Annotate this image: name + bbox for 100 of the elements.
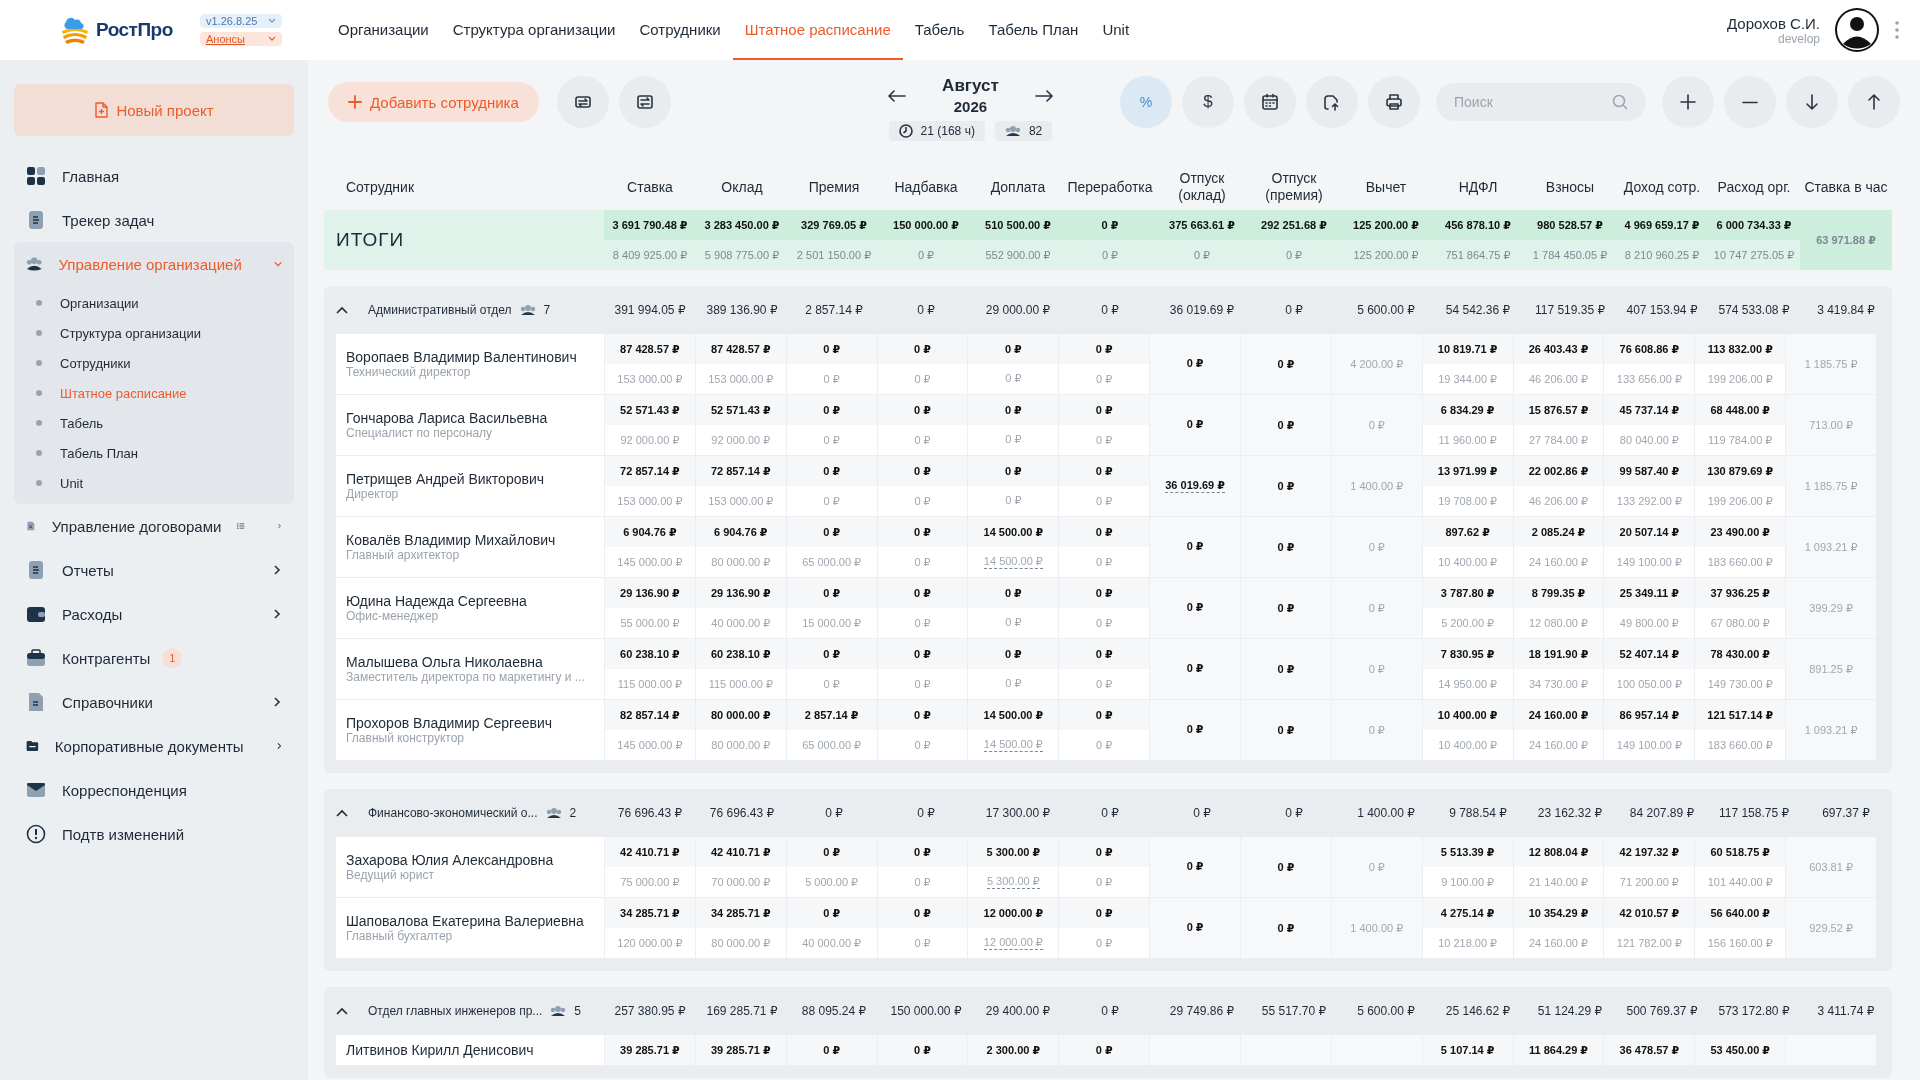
chevron-right-icon[interactable] [272, 565, 282, 575]
table-cell-text: 389 136.90 ₽ [705, 303, 779, 317]
table-cell: 0 ₽ [785, 1035, 877, 1065]
more-icon[interactable] [1894, 20, 1900, 40]
employee-position: Специалист по персоналу [346, 426, 494, 440]
logo-text: РостПро [96, 19, 173, 41]
table-cell: 26 403.43 ₽ [1512, 334, 1604, 364]
table-cell: 1 185.75 ₽ [1785, 334, 1876, 394]
user-role: develop [1777, 31, 1820, 46]
table-cell-text: 574 533.08 ₽ [1717, 303, 1791, 317]
sidebar-item[interactable]: Контрагенты 1 [14, 636, 294, 680]
icon-button[interactable] [1368, 76, 1420, 128]
icon-button[interactable] [1306, 76, 1358, 128]
table-cell: 15 000.00 ₽ [785, 608, 877, 638]
table-cell-text: 10 747 275.05 ₽ [1712, 247, 1796, 263]
chevron-right-icon[interactable] [272, 697, 282, 707]
sidebar-item[interactable]: Управление договорами [14, 504, 294, 548]
submenu-item[interactable]: Структура организации [60, 325, 202, 341]
chevron-down-icon[interactable] [273, 259, 282, 269]
column-header[interactable]: Переработка [1064, 178, 1156, 196]
table-cell: 36 019.69 ₽ [1165, 479, 1225, 493]
table-cell: 24 160.00 ₽ [1512, 547, 1604, 577]
column-header[interactable]: Надбавка [880, 178, 972, 196]
table-cell: 3 283 450.00 ₽ [696, 210, 788, 240]
table-cell-text: 125 200.00 ₽ [1352, 247, 1420, 263]
table-cell: 14 500.00 ₽ [967, 517, 1059, 547]
arrow-up-icon [1867, 93, 1881, 111]
chevron-up-icon[interactable] [336, 1007, 348, 1015]
sidebar-item[interactable]: Корреспонденция [14, 768, 294, 812]
column-header[interactable]: Отпуск (премия) [1248, 170, 1340, 204]
table-cell: 2 857.14 ₽ [785, 700, 877, 730]
employee-position: Директор [346, 487, 400, 501]
column-header[interactable]: Премия [788, 178, 880, 196]
arrow-left-icon[interactable] [888, 89, 907, 102]
submenu-item[interactable]: Табель План [60, 445, 138, 461]
icon-button[interactable] [1786, 76, 1838, 128]
column-header[interactable]: Вычет [1340, 178, 1432, 196]
table-cell: 399.29 ₽ [1785, 578, 1876, 638]
column-header[interactable]: Ставка в час [1800, 178, 1892, 196]
icon-button[interactable] [1848, 76, 1900, 128]
submenu-item[interactable]: Организации [60, 295, 139, 311]
table-cell: 71 200.00 ₽ [1603, 867, 1695, 897]
column-header[interactable]: Сотрудник [336, 178, 604, 196]
table-cell: 2 085.24 ₽ [1512, 517, 1604, 547]
column-header[interactable]: Доплата [972, 178, 1064, 196]
chevron-up-icon[interactable] [336, 306, 348, 314]
sidebar-item[interactable]: Главная [14, 154, 294, 198]
view-toggle[interactable]: $ [1182, 76, 1234, 128]
table-cell: 0 ₽ [1058, 395, 1150, 425]
envelope-icon [26, 780, 46, 800]
column-header[interactable]: Взносы [1524, 178, 1616, 196]
table-cell: 86 957.14 ₽ [1603, 700, 1695, 730]
table-cell: 0 ₽ [876, 517, 968, 547]
submenu-item[interactable]: Табель [60, 415, 104, 431]
nav-tab[interactable]: Unit [1090, 0, 1142, 60]
version-dropdown[interactable]: v1.26.8.25 [200, 14, 282, 28]
submenu-item[interactable]: Unit [60, 475, 84, 491]
nav-tab[interactable]: Организации [326, 0, 441, 60]
column-header[interactable]: НДФЛ [1432, 178, 1524, 196]
table-cell: 0 ₽ [876, 867, 968, 897]
arrow-right-icon[interactable] [1034, 89, 1053, 102]
table-cell: 52 571.43 ₽ [604, 395, 695, 425]
table-cell: 0 ₽ [785, 334, 877, 364]
table-cell: 0 ₽ [1005, 433, 1022, 447]
nav-tab[interactable]: Табель [902, 0, 977, 60]
column-header[interactable]: Оклад [696, 178, 788, 196]
sidebar-item[interactable]: Корпоративные документы [14, 724, 294, 768]
table-cell: 0 ₽ [1058, 1035, 1150, 1065]
column-header[interactable]: Доход сотр. [1616, 178, 1708, 196]
sidebar-item[interactable]: Подтв изменений [14, 812, 294, 856]
table-cell-text: 573 172.80 ₽ [1717, 1004, 1791, 1018]
column-header[interactable]: Ставка [604, 178, 696, 196]
sidebar-item[interactable]: Отчеты [14, 548, 294, 592]
column-header[interactable]: Отпуск (оклад) [1156, 170, 1248, 204]
chevron-right-icon[interactable] [272, 609, 282, 619]
nav-tab[interactable]: Сотрудники [627, 0, 733, 60]
people-icon [519, 304, 536, 316]
submenu-item[interactable]: Сотрудники [60, 355, 131, 371]
nav-tab[interactable]: Табель План [976, 0, 1091, 60]
sidebar-item[interactable]: Справочники [14, 680, 294, 724]
table-cell: 60 238.10 ₽ [604, 639, 695, 669]
table-cell-text: 2 857.14 ₽ [804, 303, 864, 317]
employee-position: Главный конструктор [346, 731, 465, 745]
search-field[interactable]: Поиск [1436, 83, 1646, 121]
avatar-icon[interactable] [1834, 7, 1880, 53]
chevron-right-icon[interactable] [275, 741, 282, 751]
nav-tab[interactable]: Структура организации [440, 0, 628, 60]
year-label: 2026 [952, 98, 989, 115]
column-header[interactable]: Расход орг. [1708, 178, 1800, 196]
chevron-up-icon[interactable] [336, 809, 348, 817]
table-cell: 153 000.00 ₽ [604, 486, 695, 516]
sidebar-item[interactable]: Расходы [14, 592, 294, 636]
document-icon [26, 210, 46, 230]
icon-button[interactable] [1244, 76, 1296, 128]
table-cell: 0 ₽ [785, 669, 877, 699]
list-icon[interactable] [237, 520, 246, 532]
employee-count: 7 [543, 303, 551, 317]
sidebar-item[interactable]: Трекер задач [14, 198, 294, 242]
table-cell: 0 ₽ [1005, 616, 1022, 630]
table-cell-text: 169 285.71 ₽ [705, 1004, 779, 1018]
